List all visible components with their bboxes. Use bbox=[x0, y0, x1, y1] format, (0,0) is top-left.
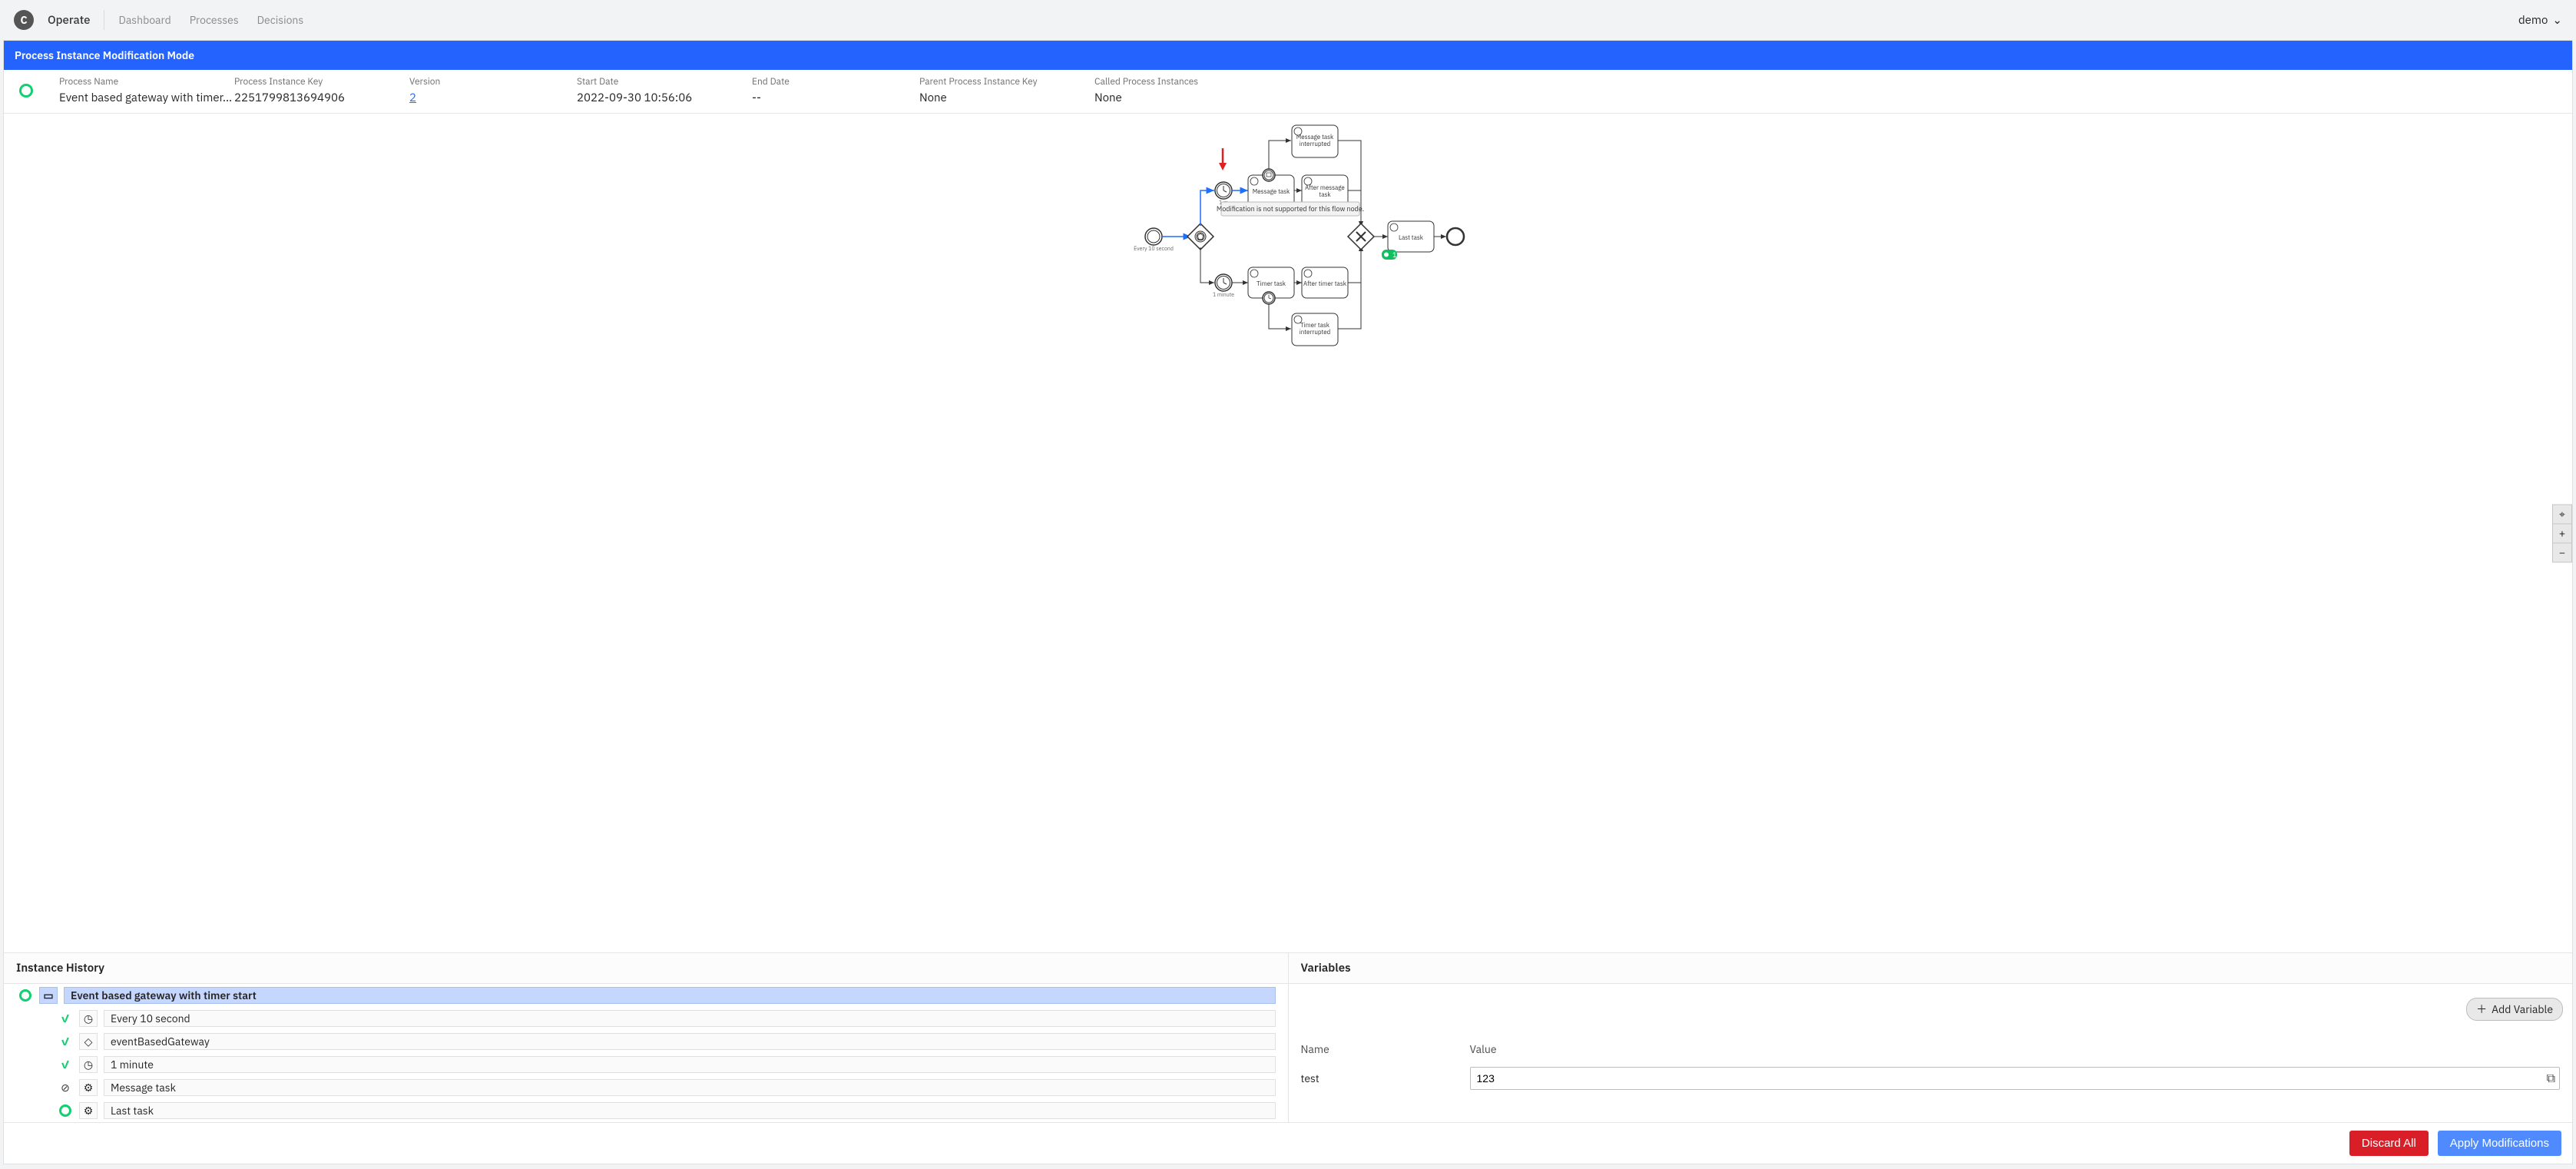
start-date: 2022-09-30 10:56:06 bbox=[577, 91, 730, 105]
history-row-label: 1 minute bbox=[104, 1056, 1276, 1073]
history-row-label: eventBasedGateway bbox=[104, 1033, 1276, 1050]
gateway-icon: ◇ bbox=[84, 1035, 93, 1048]
active-token-badge: 1 bbox=[1382, 250, 1397, 260]
called-instances-label: Called Process Instances bbox=[1094, 76, 1198, 88]
history-row[interactable]: ✓ ◷ 1 minute bbox=[4, 1053, 1288, 1076]
history-row[interactable]: ✓ ◷ Every 10 second bbox=[4, 1007, 1288, 1030]
brand-logo: C bbox=[14, 10, 34, 30]
status-canceled-icon: ⊘ bbox=[61, 1081, 70, 1094]
instance-history-panel: Instance History ▭ Event based gateway wi… bbox=[4, 953, 1289, 1122]
status-active-icon bbox=[59, 1104, 71, 1117]
timer-icon: ◷ bbox=[84, 1058, 93, 1071]
status-done-icon: ✓ bbox=[61, 1012, 71, 1025]
exclusive-gateway[interactable] bbox=[1348, 224, 1374, 250]
version-label: Version bbox=[409, 76, 555, 88]
nav-processes[interactable]: Processes bbox=[190, 13, 239, 27]
version-link[interactable]: 2 bbox=[409, 91, 555, 105]
variables-title: Variables bbox=[1289, 953, 2573, 984]
apply-modifications-button[interactable]: Apply Modifications bbox=[2438, 1131, 2561, 1156]
process-name: Event based gateway with timer... bbox=[59, 91, 213, 105]
task-message-interrupted-label-2: interrupted bbox=[1300, 141, 1331, 148]
variable-value-input[interactable] bbox=[1470, 1067, 2561, 1090]
user-name: demo bbox=[2518, 13, 2548, 28]
add-variable-button[interactable]: ＋ Add Variable bbox=[2466, 998, 2563, 1021]
variables-name-header: Name bbox=[1301, 1042, 1455, 1067]
instance-info-row: Process Name Event based gateway with ti… bbox=[4, 70, 2572, 114]
instance-status-icon bbox=[19, 84, 33, 98]
zoom-controls: ⌖ + − bbox=[2552, 505, 2572, 562]
footer-actions: Discard All Apply Modifications bbox=[4, 1122, 2572, 1164]
task-after-message-label-2: task bbox=[1319, 191, 1331, 199]
task-icon: ⚙ bbox=[84, 1104, 94, 1118]
modification-pointer-icon bbox=[1219, 148, 1227, 171]
process-name-label: Process Name bbox=[59, 76, 213, 88]
parent-key: None bbox=[919, 91, 1073, 105]
task-icon: ⚙ bbox=[84, 1081, 94, 1094]
history-row-label: Message task bbox=[104, 1079, 1276, 1096]
task-after-timer-label: After timer task bbox=[1303, 280, 1347, 288]
expand-icon[interactable]: ⧉ bbox=[2547, 1071, 2555, 1086]
chevron-down-icon: ⌄ bbox=[2552, 13, 2562, 28]
task-timer-interrupted-label-2: interrupted bbox=[1300, 329, 1331, 336]
history-row[interactable]: ⊘ ⚙ Message task bbox=[4, 1076, 1288, 1099]
variable-name: test bbox=[1301, 1067, 1455, 1085]
end-date: -- bbox=[752, 91, 898, 105]
event-based-gateway[interactable] bbox=[1187, 224, 1214, 250]
nav-dashboard[interactable]: Dashboard bbox=[118, 13, 171, 27]
status-active-icon bbox=[19, 989, 31, 1002]
zoom-in-button[interactable]: + bbox=[2552, 524, 2572, 544]
add-variable-label: Add Variable bbox=[2492, 1002, 2553, 1016]
top-nav: C Operate Dashboard Processes Decisions … bbox=[0, 0, 2576, 40]
nav-decisions[interactable]: Decisions bbox=[257, 13, 304, 27]
history-row-label: Event based gateway with timer start bbox=[64, 987, 1276, 1004]
bpmn-diagram: Every 10 second 1 m Message task bbox=[4, 114, 2572, 359]
zoom-out-button[interactable]: − bbox=[2552, 543, 2572, 563]
history-row-label: Last task bbox=[104, 1102, 1276, 1119]
process-icon: ▭ bbox=[43, 989, 53, 1002]
user-menu[interactable]: demo ⌄ bbox=[2518, 13, 2562, 28]
history-row[interactable]: ▭ Event based gateway with timer start bbox=[4, 984, 1288, 1007]
modification-mode-banner: Process Instance Modification Mode bbox=[4, 41, 2572, 70]
task-message-label: Message task bbox=[1253, 188, 1290, 196]
status-done-icon: ✓ bbox=[61, 1058, 71, 1071]
parent-key-label: Parent Process Instance Key bbox=[919, 76, 1073, 88]
bottom-panels: Instance History ▭ Event based gateway wi… bbox=[4, 953, 2572, 1122]
end-date-label: End Date bbox=[752, 76, 898, 88]
instance-key: 2251799813694906 bbox=[234, 91, 388, 105]
task-timer-label: Timer task bbox=[1257, 280, 1286, 288]
svg-text:1: 1 bbox=[1392, 251, 1396, 260]
main-panel: Process Instance Modification Mode Proce… bbox=[3, 40, 2573, 1164]
timer-label-2: 1 minute bbox=[1213, 291, 1234, 298]
history-row-label: Every 10 second bbox=[104, 1010, 1276, 1027]
nav-links: Dashboard Processes Decisions bbox=[118, 13, 303, 27]
bpmn-canvas[interactable]: Every 10 second 1 m Message task bbox=[4, 114, 2572, 953]
end-event[interactable] bbox=[1447, 228, 1464, 245]
task-last-label: Last task bbox=[1399, 234, 1424, 242]
variables-value-header: Value bbox=[1470, 1042, 2561, 1067]
history-row[interactable]: ✓ ◇ eventBasedGateway bbox=[4, 1030, 1288, 1053]
discard-all-button[interactable]: Discard All bbox=[2349, 1131, 2429, 1156]
plus-icon: ＋ bbox=[2476, 1002, 2487, 1017]
called-instances: None bbox=[1094, 91, 1198, 105]
timer-icon: ◷ bbox=[84, 1012, 93, 1025]
zoom-reset-button[interactable]: ⌖ bbox=[2552, 505, 2572, 525]
status-done-icon: ✓ bbox=[61, 1035, 71, 1048]
instance-history-title: Instance History bbox=[4, 953, 1288, 984]
modification-tooltip-text: Modification is not supported for this f… bbox=[1217, 205, 1364, 214]
start-event-label: Every 10 second bbox=[1134, 245, 1174, 252]
variables-panel: Variables ＋ Add Variable Name test Value bbox=[1289, 953, 2573, 1122]
start-date-label: Start Date bbox=[577, 76, 730, 88]
brand-name: Operate bbox=[48, 13, 90, 28]
instance-key-label: Process Instance Key bbox=[234, 76, 388, 88]
history-row[interactable]: ⚙ Last task bbox=[4, 1099, 1288, 1122]
instance-history-list: ▭ Event based gateway with timer start ✓ ◷ E… bbox=[4, 984, 1288, 1122]
